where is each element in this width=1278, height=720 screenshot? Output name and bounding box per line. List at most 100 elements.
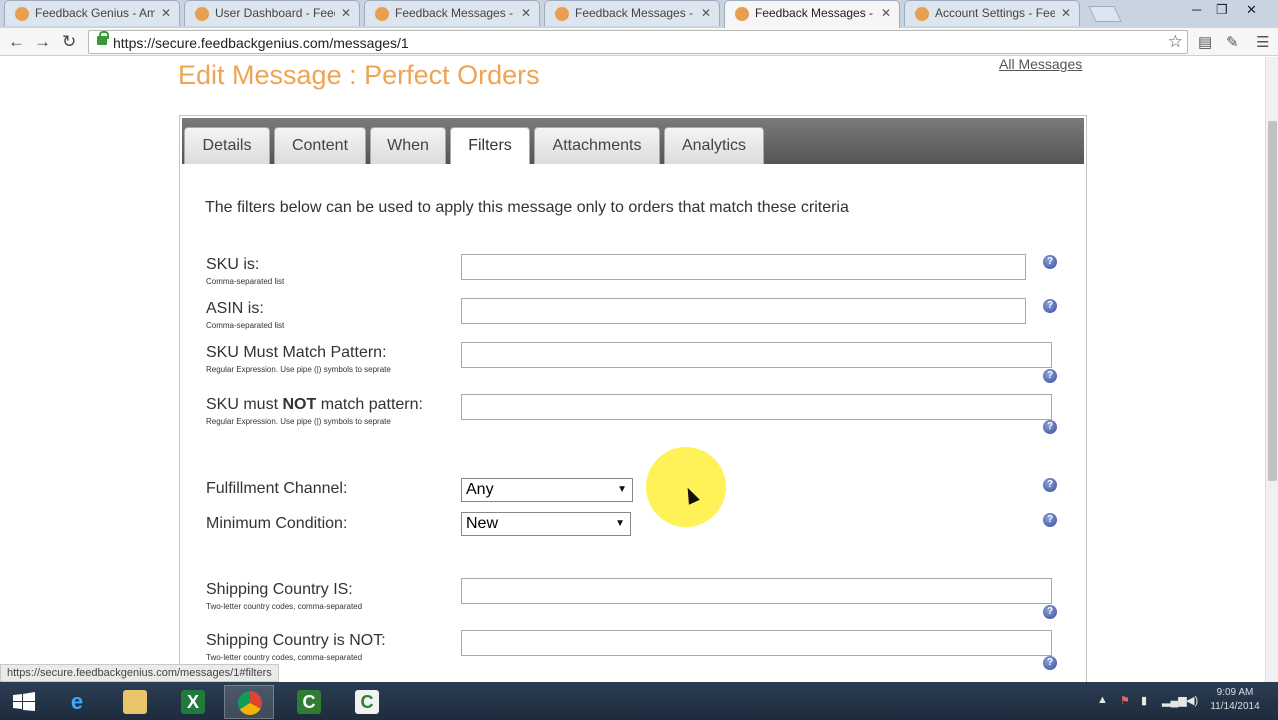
browser-tab-4[interactable]: Feedback Messages - Feec✕: [544, 0, 720, 26]
browser-toolbar: ← → ↻ https://secure.feedbackgenius.com/…: [0, 28, 1278, 56]
scrollbar-thumb[interactable]: [1268, 121, 1277, 481]
message-tabbar: Details Content When Filters Attachments…: [182, 118, 1084, 164]
tray-chevron-icon[interactable]: ▲: [1097, 694, 1108, 706]
close-tab-icon[interactable]: ✕: [701, 1, 711, 25]
tray-volume-icon[interactable]: ◀): [1186, 694, 1198, 707]
sku-match-input[interactable]: [461, 342, 1052, 368]
filters-intro: The filters below can be used to apply t…: [205, 199, 849, 216]
menu-icon[interactable]: ☰: [1256, 33, 1269, 51]
back-arrow-icon[interactable]: ←: [8, 32, 25, 52]
favicon-icon: [375, 7, 389, 21]
asin-textarea[interactable]: [461, 298, 1026, 324]
pen-icon[interactable]: ✎: [1226, 33, 1239, 51]
minimize-icon[interactable]: ─: [1192, 2, 1201, 17]
browser-tabstrip: Feedback Genius - Amaz✕ User Dashboard -…: [0, 0, 1278, 28]
fulfillment-select[interactable]: Any ▼: [461, 478, 633, 502]
restore-icon[interactable]: ❐: [1216, 2, 1228, 18]
ship-is-input[interactable]: [461, 578, 1052, 604]
file-explorer-icon: [123, 690, 147, 714]
excel-icon: X: [181, 690, 205, 714]
close-tab-icon[interactable]: ✕: [341, 1, 351, 25]
close-tab-icon[interactable]: ✕: [521, 1, 531, 25]
question-circle-icon[interactable]: ?: [1043, 478, 1057, 492]
question-circle-icon[interactable]: ?: [1043, 420, 1057, 434]
bookmark-star-icon[interactable]: ☆: [1168, 32, 1183, 52]
camtasia-icon: C: [297, 690, 321, 714]
tab-details[interactable]: Details: [184, 127, 270, 164]
asin-label: ASIN is:: [206, 300, 264, 317]
page-scrollbar[interactable]: [1265, 57, 1278, 682]
ship-not-input[interactable]: [461, 630, 1052, 656]
close-tab-icon[interactable]: ✕: [1061, 1, 1071, 25]
question-circle-icon[interactable]: ?: [1043, 255, 1057, 269]
sku-hint: Comma-separated list: [206, 277, 285, 286]
sku-not-match-input[interactable]: [461, 394, 1052, 420]
sku-textarea[interactable]: [461, 254, 1026, 280]
browser-tab-5-active[interactable]: Feedback Messages - Feec✕: [724, 0, 900, 28]
status-url-bubble: https://secure.feedbackgenius.com/messag…: [0, 664, 279, 682]
question-circle-icon[interactable]: ?: [1043, 656, 1057, 670]
question-circle-icon[interactable]: ?: [1043, 605, 1057, 619]
taskbar-ie[interactable]: e: [52, 685, 102, 719]
taskbar-camtasia-2[interactable]: C: [342, 685, 392, 719]
ship-not-label: Shipping Country is NOT:: [206, 632, 386, 649]
taskbar-excel[interactable]: X: [168, 685, 218, 719]
ship-not-hint: Two-letter country codes, comma-separate…: [206, 653, 363, 662]
browser-tab-1[interactable]: Feedback Genius - Amaz✕: [4, 0, 180, 26]
tab-when[interactable]: When: [370, 127, 446, 164]
lock-icon: [97, 31, 109, 45]
internet-explorer-icon: e: [70, 689, 84, 714]
close-tab-icon[interactable]: ✕: [881, 1, 891, 25]
dropdown-arrow-icon: ▼: [617, 484, 627, 495]
sku-match-label: SKU Must Match Pattern:: [206, 344, 387, 361]
close-tab-icon[interactable]: ✕: [161, 1, 171, 25]
dropdown-arrow-icon: ▼: [615, 518, 625, 529]
page-title: Edit Message : Perfect Orders: [178, 60, 540, 90]
browser-tab-3[interactable]: Feedback Messages - Feec✕: [364, 0, 540, 26]
favicon-icon: [735, 7, 749, 21]
asin-hint: Comma-separated list: [206, 321, 285, 330]
browser-tab-2[interactable]: User Dashboard - Feedbac✕: [184, 0, 360, 26]
browser-tab-6[interactable]: Account Settings - Feedb✕: [904, 0, 1080, 26]
close-window-icon[interactable]: ✕: [1246, 2, 1257, 18]
favicon-icon: [915, 7, 929, 21]
new-tab-button[interactable]: [1088, 6, 1122, 22]
taskbar-camtasia-1[interactable]: C: [284, 685, 334, 719]
camtasia-icon: C: [355, 690, 379, 714]
condition-label: Minimum Condition:: [206, 515, 348, 532]
address-bar[interactable]: https://secure.feedbackgenius.com/messag…: [88, 30, 1188, 54]
windows-taskbar: e X C C ▲ ⚑ ▮ ▂▄▆ ◀) 9:09 AM 11/14/2014: [0, 682, 1278, 720]
sku-not-match-hint: Regular Expression. Use pipe (|) symbols…: [206, 417, 391, 426]
favicon-icon: [555, 7, 569, 21]
chrome-icon: [238, 691, 262, 715]
cursor-highlight: [646, 447, 726, 527]
sku-match-hint: Regular Expression. Use pipe (|) symbols…: [206, 365, 391, 374]
windows-start-icon: [13, 692, 35, 711]
address-url[interactable]: https://secure.feedbackgenius.com/messag…: [113, 35, 409, 51]
tray-device-icon[interactable]: ▮: [1141, 694, 1147, 707]
tab-attachments[interactable]: Attachments: [534, 127, 660, 164]
taskbar-clock[interactable]: 9:09 AM 11/14/2014: [1204, 686, 1266, 714]
forward-arrow-icon[interactable]: →: [34, 32, 51, 52]
tab-analytics[interactable]: Analytics: [664, 127, 764, 164]
tray-flag-icon[interactable]: ⚑: [1120, 694, 1130, 707]
all-messages-link[interactable]: All Messages: [999, 56, 1082, 72]
condition-select[interactable]: New ▼: [461, 512, 631, 536]
sku-label: SKU is:: [206, 256, 260, 273]
taskbar-explorer[interactable]: [110, 685, 160, 719]
favicon-icon: [195, 7, 209, 21]
tray-network-icon[interactable]: ▂▄▆: [1162, 694, 1187, 707]
extension-icon[interactable]: ▤: [1198, 33, 1212, 51]
reload-icon[interactable]: ↻: [62, 32, 76, 52]
tab-content[interactable]: Content: [274, 127, 366, 164]
taskbar-chrome[interactable]: [224, 685, 274, 719]
start-button[interactable]: [0, 685, 50, 719]
question-circle-icon[interactable]: ?: [1043, 369, 1057, 383]
tab-filters[interactable]: Filters: [450, 127, 530, 164]
favicon-icon: [15, 7, 29, 21]
question-circle-icon[interactable]: ?: [1043, 513, 1057, 527]
ship-is-label: Shipping Country IS:: [206, 581, 353, 598]
question-circle-icon[interactable]: ?: [1043, 299, 1057, 313]
sku-not-match-label: SKU must NOT match pattern:: [206, 396, 423, 413]
fulfillment-label: Fulfillment Channel:: [206, 480, 348, 497]
